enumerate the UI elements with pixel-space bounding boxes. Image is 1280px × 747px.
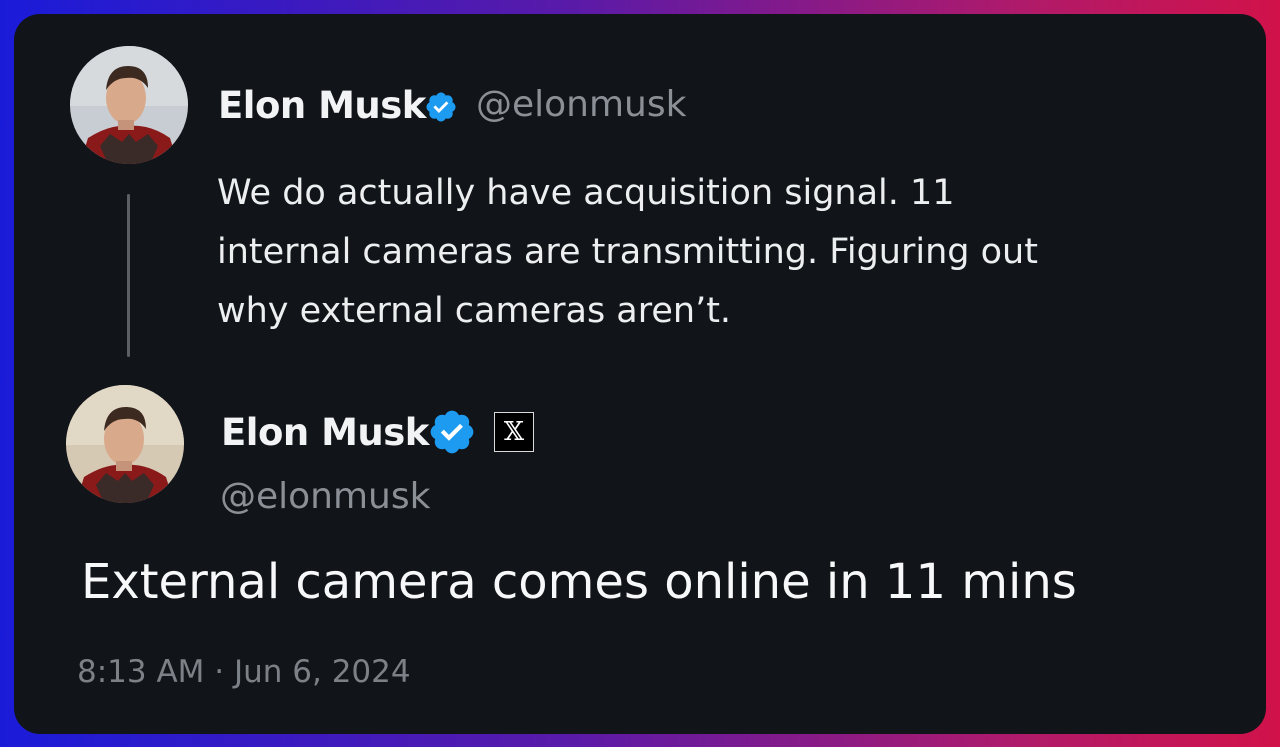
profile-photo <box>66 385 184 503</box>
profile-photo <box>70 46 188 164</box>
quoted-author-name[interactable]: Elon Musk <box>218 84 426 127</box>
main-author-handle[interactable]: @elonmusk <box>220 476 430 517</box>
main-author-name[interactable]: Elon Musk <box>221 411 429 454</box>
quoted-author-handle[interactable]: @elonmusk <box>476 84 686 125</box>
tweet-timestamp[interactable]: 8:13 AM · Jun 6, 2024 <box>77 654 411 690</box>
verified-badge-icon <box>430 410 474 454</box>
quoted-tweet-text: We do actually have acquisition signal. … <box>217 173 1038 331</box>
x-logo-icon[interactable]: 𝕏 <box>494 412 534 452</box>
avatar-main[interactable] <box>66 385 184 503</box>
main-tweet-text: External camera comes online in 11 mins <box>81 554 1077 610</box>
thread-connector-line <box>127 194 130 357</box>
verified-badge-icon <box>426 92 456 122</box>
avatar-quoted[interactable] <box>70 46 188 164</box>
tweet-card: Elon Musk @elonmusk We do actually have … <box>14 14 1266 734</box>
